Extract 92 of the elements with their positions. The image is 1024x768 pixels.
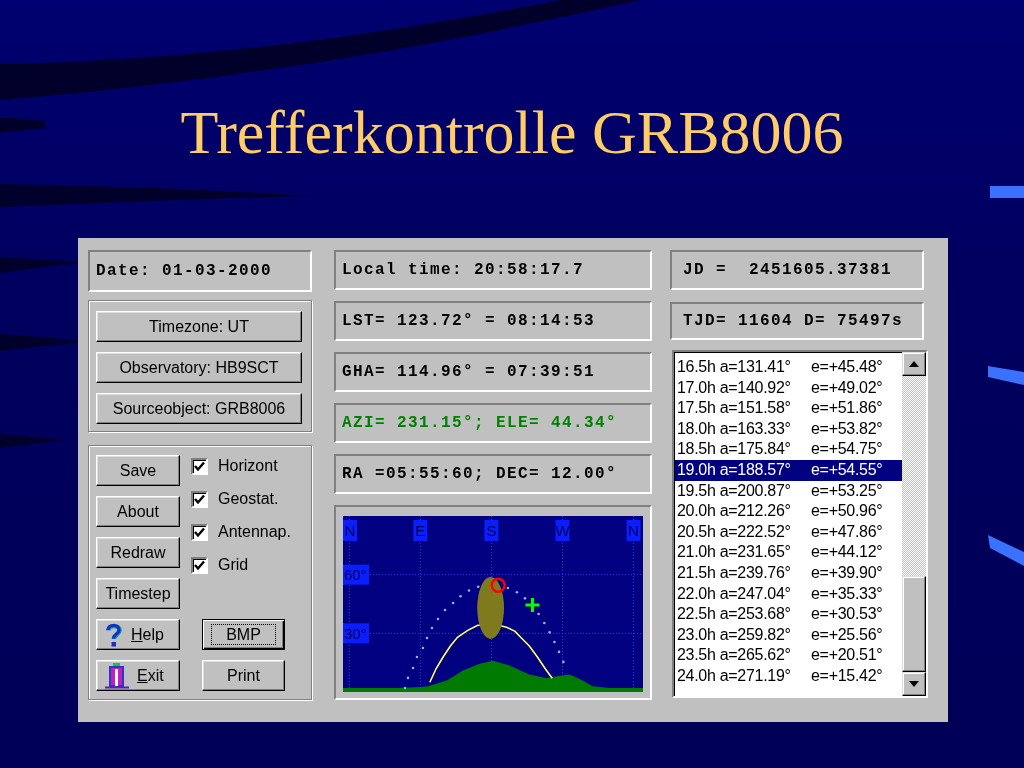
list-item[interactable]: 23.0h a=259.82° e=+25.56° <box>675 624 902 646</box>
track-point <box>553 640 556 644</box>
axis-label: 60° <box>343 564 369 585</box>
list-item[interactable]: 17.5h a=151.58° e=+51.86° <box>675 398 902 419</box>
checkbox-label[interactable]: Grid <box>218 556 249 574</box>
axis-label: E <box>413 520 428 541</box>
axis-label: N <box>343 520 357 541</box>
list-item[interactable]: 21.0h a=231.65° e=+44.12° <box>675 542 902 563</box>
accent-bar <box>988 366 1024 385</box>
list-item[interactable]: 24.0h a=271.19° e=+15.42° <box>675 665 902 687</box>
list-item[interactable]: 16.5h a=131.41° e=+45.48° <box>675 357 902 378</box>
exit-button[interactable]: Exit <box>96 660 180 691</box>
checkbox-label[interactable]: Antennap. <box>218 523 291 541</box>
action-button[interactable]: Timestep <box>96 578 180 609</box>
question-mark-icon <box>105 622 123 647</box>
track-point <box>543 621 546 625</box>
list-item[interactable]: 20.0h a=212.26° e=+50.96° <box>675 501 902 522</box>
track-point <box>425 636 429 640</box>
check-icon <box>194 460 205 472</box>
down-arrow-icon <box>909 681 919 687</box>
track-point <box>467 589 471 592</box>
track-point <box>411 666 415 670</box>
track-point <box>557 650 561 654</box>
checkbox[interactable] <box>191 523 208 541</box>
check-icon <box>194 493 205 505</box>
readout-field: TJD= 11604 D= 75497s <box>670 302 924 340</box>
ellipse-marker <box>477 576 505 639</box>
up-arrow-icon <box>909 361 919 367</box>
action-button[interactable]: Save <box>96 455 180 486</box>
output-button[interactable]: BMP <box>202 619 285 650</box>
setup-button[interactable]: Sourceobject: GRB8006 <box>96 393 302 424</box>
door-icon <box>105 662 129 689</box>
checkbox[interactable] <box>191 490 208 508</box>
track-point <box>403 686 407 690</box>
list-item[interactable]: 18.5h a=175.84° e=+54.75° <box>675 439 902 460</box>
output-button[interactable]: Print <box>202 660 285 691</box>
scroll-up-button[interactable] <box>902 352 926 376</box>
setup-button[interactable]: Observatory: HB9SCT <box>96 352 302 383</box>
track-point <box>459 594 462 598</box>
readout-field: GHA= 114.96° = 07:39:51 <box>334 352 652 392</box>
track-point <box>430 626 434 630</box>
track-point <box>562 660 565 664</box>
setup-button[interactable]: Timezone: UT <box>96 311 302 342</box>
accent-bar <box>990 186 1024 198</box>
track-point <box>548 631 551 634</box>
action-button[interactable]: About <box>96 496 180 527</box>
list-item[interactable]: 17.0h a=140.92° e=+49.02° <box>675 377 902 399</box>
checkbox[interactable] <box>191 556 208 574</box>
track-point <box>506 586 510 590</box>
track-point <box>523 597 527 600</box>
list-item[interactable]: 23.5h a=265.62° e=+20.51° <box>675 645 902 666</box>
track-point <box>443 608 447 612</box>
axis-label: S <box>484 520 499 541</box>
readout-field: LST= 123.72° = 08:14:53 <box>334 301 652 341</box>
readout-field: JD = 2451605.37381 <box>670 250 924 290</box>
cross-marker <box>523 596 541 614</box>
accent-bar <box>988 535 1024 566</box>
readout-field: Local time: 20:58:17.7 <box>334 250 652 290</box>
list-item[interactable]: 20.5h a=222.52° e=+47.86° <box>675 521 902 543</box>
check-icon <box>194 559 205 571</box>
action-button[interactable]: Redraw <box>96 537 180 568</box>
track-point <box>537 612 540 616</box>
scroll-thumb[interactable] <box>902 576 926 672</box>
axis-label: 30° <box>343 623 369 644</box>
readout-field: AZI= 231.15°; ELE= 44.34° <box>334 403 652 443</box>
help-button[interactable]: Help <box>96 619 180 650</box>
scroll-down-button[interactable] <box>902 672 926 696</box>
list-item[interactable]: 19.0h a=188.57° e=+54.55° <box>675 459 902 481</box>
scrollbar[interactable] <box>902 352 926 696</box>
track-point <box>421 646 425 650</box>
track-point <box>415 655 419 659</box>
list-item[interactable]: 22.5h a=253.68° e=+30.53° <box>675 604 902 625</box>
checkbox-label[interactable]: Geostat. <box>218 490 279 508</box>
list-item[interactable]: 21.5h a=239.76° e=+39.90° <box>675 562 902 584</box>
list-item[interactable]: 19.5h a=200.87° e=+53.25° <box>675 480 902 502</box>
axis-label: N <box>626 520 641 541</box>
checkbox[interactable] <box>191 457 208 475</box>
date-field: Date: 01-03-2000 <box>88 250 312 292</box>
list-item[interactable]: 18.0h a=163.33° e=+53.82° <box>675 418 902 440</box>
checkbox-label[interactable]: Horizont <box>218 457 278 475</box>
readout-field: RA =05:55:60; DEC= 12.00° <box>334 454 652 494</box>
background-streak <box>0 117 45 133</box>
slide-title: Trefferkontrolle GRB8006 <box>180 97 844 168</box>
track-point <box>476 585 480 589</box>
track-point <box>451 601 455 605</box>
track-point <box>515 590 519 594</box>
circle-marker <box>490 577 506 593</box>
track-point <box>436 617 440 621</box>
track-point <box>406 676 410 680</box>
list-item[interactable]: 22.0h a=247.04° e=+35.33° <box>675 583 902 605</box>
check-icon <box>194 526 205 538</box>
axis-label: W <box>555 520 570 541</box>
